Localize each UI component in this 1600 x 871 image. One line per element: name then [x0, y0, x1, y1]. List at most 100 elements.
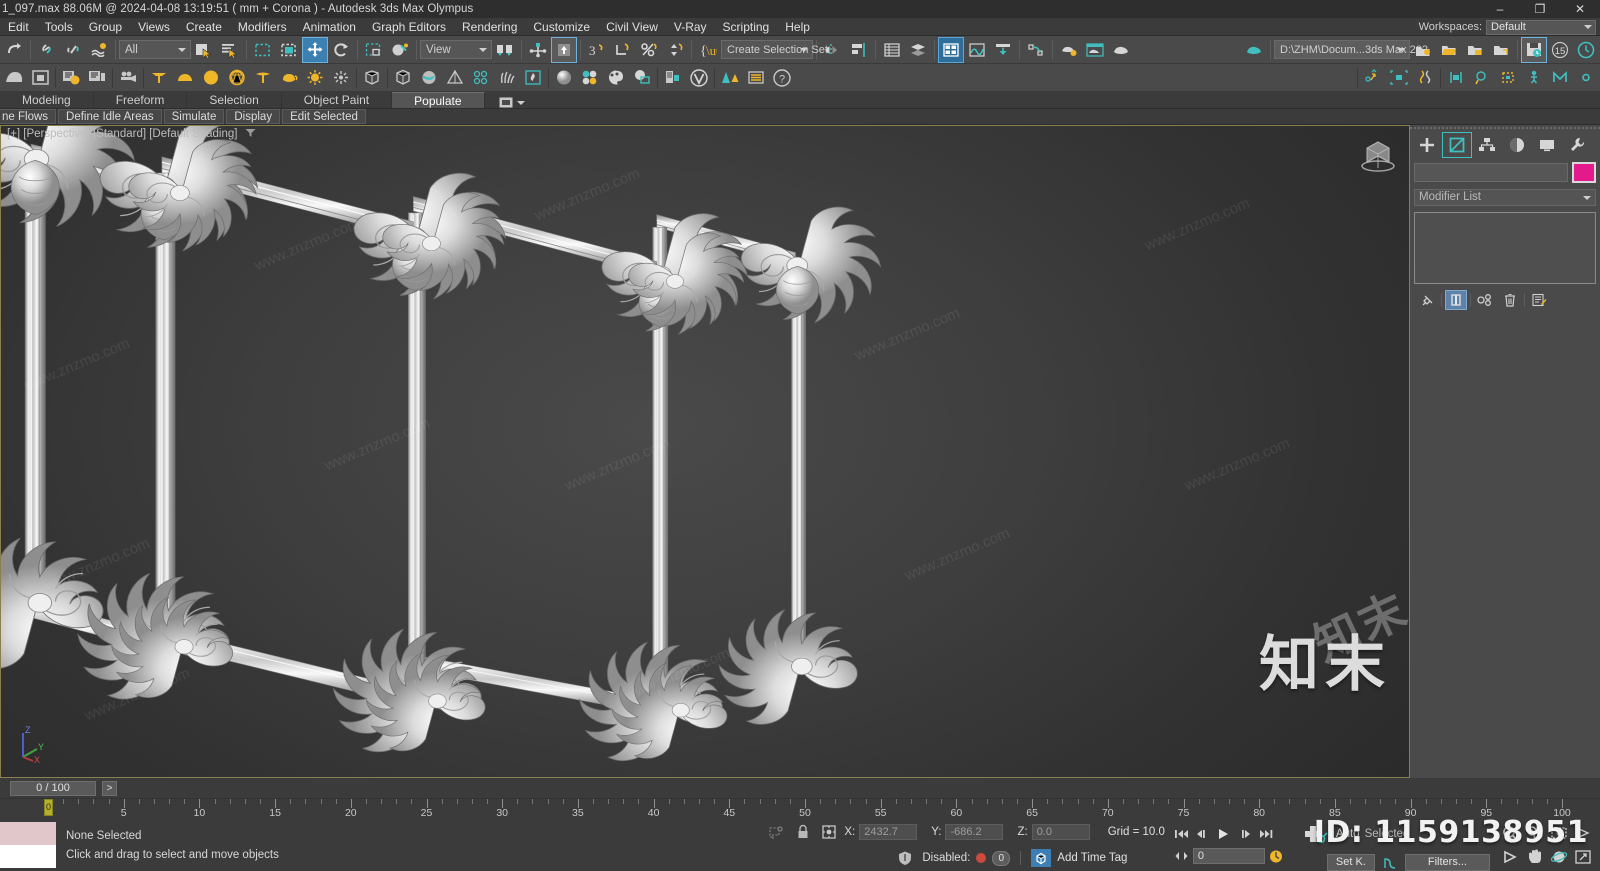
- light-icon[interactable]: [328, 65, 354, 91]
- save-file-icon[interactable]: [1521, 36, 1547, 63]
- named-selection-set-dropdown[interactable]: Create Selection Set: [721, 40, 828, 59]
- layer-manager-icon[interactable]: [905, 37, 931, 63]
- ribbon-btn-display[interactable]: Display: [226, 109, 281, 124]
- select-and-link-icon[interactable]: [34, 37, 60, 63]
- create-tab-icon[interactable]: [1412, 132, 1442, 158]
- bitmap-icon[interactable]: [629, 65, 655, 91]
- menu-item-views[interactable]: Views: [130, 18, 178, 36]
- timeline-playhead[interactable]: 0: [44, 799, 53, 816]
- menu-item-animation[interactable]: Animation: [295, 18, 364, 36]
- hair-and-fur-icon[interactable]: [494, 65, 520, 91]
- utilities-tab-icon[interactable]: [1562, 132, 1592, 158]
- box-primitive-icon[interactable]: [390, 65, 416, 91]
- configure-modifier-sets-icon[interactable]: [1528, 290, 1550, 310]
- railclone-icon[interactable]: [743, 65, 769, 91]
- cone-primitive-icon[interactable]: [146, 65, 172, 91]
- sunlight-icon[interactable]: [302, 65, 328, 91]
- render-setup-icon[interactable]: [1082, 37, 1108, 63]
- workspaces-dropdown[interactable]: Default: [1486, 19, 1596, 35]
- close-icon[interactable]: ✕: [1560, 0, 1600, 18]
- time-configuration-icon[interactable]: [1267, 848, 1285, 864]
- ribbon-btn-edit-selected[interactable]: Edit Selected: [282, 109, 366, 124]
- layer-explorer-icon[interactable]: [879, 37, 905, 63]
- menu-item-graph-editors[interactable]: Graph Editors: [364, 18, 454, 36]
- hierarchy-tab-icon[interactable]: [1472, 132, 1502, 158]
- motion-tab-icon[interactable]: [1502, 132, 1532, 158]
- pivot-tools-icon[interactable]: [1412, 65, 1438, 91]
- reference-coordinate-dropdown[interactable]: View: [420, 40, 492, 59]
- menu-item-civil-view[interactable]: Civil View: [598, 18, 666, 36]
- pan-select-icon[interactable]: [1500, 847, 1522, 867]
- object-name-field[interactable]: [1414, 163, 1568, 182]
- plugin-dot-icon[interactable]: [1573, 65, 1599, 91]
- add-time-tag-icon[interactable]: [1031, 849, 1052, 867]
- rectangular-selection-region-icon[interactable]: [250, 37, 276, 63]
- y-field[interactable]: -686.2: [945, 824, 1004, 840]
- curve-editor-icon[interactable]: [964, 37, 990, 63]
- modify-tab-icon[interactable]: [1442, 132, 1472, 158]
- named-selection-sets-icon[interactable]: {\u0192: [695, 37, 721, 63]
- select-object-icon[interactable]: [191, 37, 217, 63]
- chevron-down-icon[interactable]: [516, 100, 525, 105]
- max-script-icon[interactable]: [1547, 65, 1573, 91]
- absolute-relative-toggle-icon[interactable]: [818, 822, 840, 842]
- selection-lock-icon[interactable]: [792, 822, 814, 842]
- menu-item-modifiers[interactable]: Modifiers: [230, 18, 295, 36]
- camera-icon[interactable]: [115, 65, 141, 91]
- maxscript-mini-listener[interactable]: [0, 822, 56, 868]
- ribbon-display-mode-icon[interactable]: [499, 97, 513, 108]
- key-mode-toggle-icon[interactable]: [1173, 848, 1191, 864]
- project-assets-icon[interactable]: [1488, 37, 1514, 63]
- compound-object-icon[interactable]: [416, 65, 442, 91]
- next-frame-icon[interactable]: [1237, 826, 1255, 842]
- menu-item-edit[interactable]: Edit: [0, 18, 37, 36]
- set-project-folder-icon[interactable]: [1462, 37, 1488, 63]
- selection-filter-dropdown[interactable]: All: [119, 40, 191, 59]
- select-and-scale-icon[interactable]: [361, 37, 387, 63]
- snaps-toggle-icon[interactable]: [551, 36, 577, 63]
- object-color-swatch[interactable]: [1572, 162, 1596, 183]
- teapot-primitive-icon[interactable]: [276, 65, 302, 91]
- mini-listener-white[interactable]: [0, 845, 56, 868]
- menu-item-help[interactable]: Help: [777, 18, 818, 36]
- key-tangent-icon[interactable]: [1381, 855, 1399, 871]
- remove-modifier-icon[interactable]: [1499, 290, 1521, 310]
- go-to-end-icon[interactable]: [1257, 826, 1275, 842]
- menu-item-create[interactable]: Create: [178, 18, 230, 36]
- current-frame-field[interactable]: 0: [1192, 848, 1265, 864]
- geosphere-primitive-icon[interactable]: [224, 65, 250, 91]
- maximize-icon[interactable]: ❐: [1520, 0, 1560, 18]
- show-end-result-icon[interactable]: [1445, 290, 1467, 310]
- viewport-canvas[interactable]: www.znzmo.com www.znzmo.com www.znzmo.co…: [0, 125, 1410, 778]
- align-icon[interactable]: [846, 37, 872, 63]
- biped-icon[interactable]: [1521, 65, 1547, 91]
- x-field[interactable]: 2432.7: [859, 824, 918, 840]
- hemisphere-primitive-icon[interactable]: [172, 65, 198, 91]
- next-frame-button[interactable]: >: [102, 780, 117, 796]
- help-icon[interactable]: ?: [769, 65, 795, 91]
- set-key-button[interactable]: Set K.: [1326, 854, 1375, 871]
- maximize-viewport-toggle-icon[interactable]: [1572, 847, 1594, 867]
- select-and-place-icon[interactable]: [387, 37, 413, 63]
- percent-snap-icon[interactable]: [636, 37, 662, 63]
- vray-icon[interactable]: [686, 65, 712, 91]
- open-project-folder-icon[interactable]: [1436, 37, 1462, 63]
- layer-explorer-list-icon[interactable]: [84, 65, 110, 91]
- ribbon-btn-define-idle-areas[interactable]: Define Idle Areas: [58, 109, 162, 124]
- arc-rotate-icon[interactable]: [1, 65, 27, 91]
- spacewarp-icon[interactable]: [359, 65, 385, 91]
- minimize-icon[interactable]: –: [1480, 0, 1520, 18]
- palette-icon[interactable]: [603, 65, 629, 91]
- bind-to-space-warp-icon[interactable]: [86, 37, 112, 63]
- snap-working-pivot-icon[interactable]: [1360, 65, 1386, 91]
- render-production-icon[interactable]: [1241, 37, 1267, 63]
- add-time-tag-label[interactable]: Add Time Tag: [1057, 852, 1127, 864]
- go-to-start-icon[interactable]: [1173, 826, 1191, 842]
- menu-item-tools[interactable]: Tools: [37, 18, 81, 36]
- angle-snap-toggle-icon[interactable]: 3: [584, 37, 610, 63]
- sphere-primitive-icon[interactable]: [198, 65, 224, 91]
- helper-object-icon[interactable]: [442, 65, 468, 91]
- select-by-name-icon[interactable]: [217, 37, 243, 63]
- window-crossing-toggle-icon[interactable]: [276, 37, 302, 63]
- maximize-viewport-icon[interactable]: [27, 65, 53, 91]
